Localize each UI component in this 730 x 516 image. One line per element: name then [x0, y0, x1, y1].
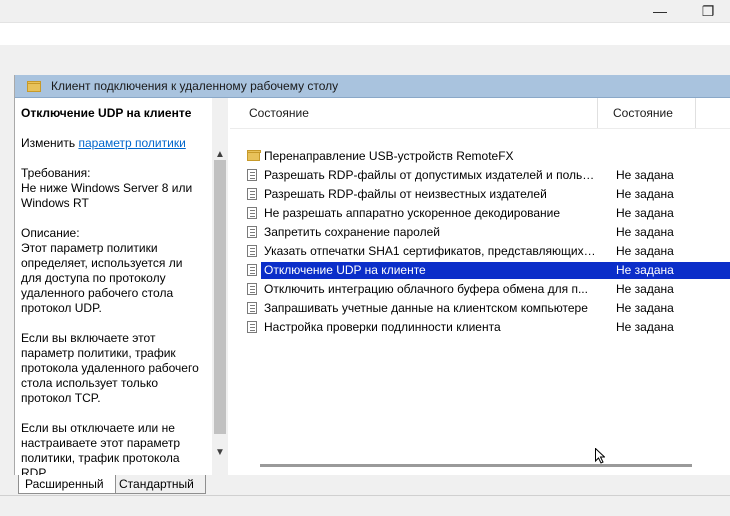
- list-item-label: Отключение UDP на клиенте: [264, 263, 426, 277]
- policy-document-icon: [247, 226, 259, 239]
- column-divider[interactable]: [695, 98, 696, 128]
- list-item-label: Запрашивать учетные данные на клиентском…: [264, 301, 588, 315]
- extended-description-pane: Отключение UDP на клиенте Изменить парам…: [15, 98, 212, 475]
- list-item-state: Не задана: [616, 206, 674, 220]
- list-item[interactable]: Указать отпечатки SHA1 сертификатов, пре…: [230, 242, 730, 261]
- tab-standard[interactable]: Стандартный: [113, 475, 206, 494]
- list-item-label: Отключить интеграцию облачного буфера об…: [264, 282, 588, 296]
- settings-list-pane: Состояние Состояние Перенаправление USB-…: [230, 98, 730, 475]
- requirements-text: Требования: Не ниже Windows Server 8 или…: [21, 166, 193, 210]
- description-vertical-scrollbar[interactable]: ▲ ▼: [212, 98, 228, 475]
- edit-policy-line: Изменить параметр политики: [21, 136, 186, 150]
- list-item-label: Разрешать RDP-файлы от неизвестных издат…: [264, 187, 547, 201]
- folder-icon: [27, 80, 41, 92]
- edit-policy-link[interactable]: параметр политики: [78, 136, 185, 150]
- policy-document-icon: [247, 245, 259, 258]
- list-item-state: Не задана: [616, 263, 674, 277]
- list-item[interactable]: Настройка проверки подлинности клиента Не…: [230, 318, 730, 337]
- list-item[interactable]: Отключить интеграцию облачного буфера об…: [230, 280, 730, 299]
- horizontal-scroll-thumb[interactable]: [260, 464, 692, 467]
- list-item-state: Не задана: [616, 320, 674, 334]
- list-item[interactable]: Разрешать RDP-файлы от допустимых издате…: [230, 166, 730, 185]
- list-item-label: Настройка проверки подлинности клиента: [264, 320, 501, 334]
- policy-document-icon: [247, 207, 259, 220]
- folder-icon: [247, 150, 261, 163]
- list-item-state: Не задана: [616, 187, 674, 201]
- list-item[interactable]: Запретить сохранение паролей Не задана: [230, 223, 730, 242]
- view-tabs: Расширенный Стандартный: [0, 475, 730, 495]
- list-item[interactable]: Не разрешать аппаратно ускоренное декоди…: [230, 204, 730, 223]
- toolbar-gap: [0, 45, 730, 69]
- list-item-label: Разрешать RDP-файлы от допустимых издате…: [264, 168, 596, 182]
- list-column-header: Состояние Состояние: [230, 98, 730, 129]
- restore-button[interactable]: ❐: [688, 0, 728, 22]
- panel-header: Клиент подключения к удаленному рабочему…: [15, 75, 730, 98]
- list-item-label: Запретить сохранение паролей: [264, 225, 440, 239]
- description-text-3: Если вы отключаете или не настраиваете э…: [21, 421, 181, 475]
- column-divider[interactable]: [597, 98, 598, 128]
- description-text-2: Если вы включаете этот параметр политики…: [21, 331, 199, 405]
- list-item-label: Не разрешать аппаратно ускоренное декоди…: [264, 206, 561, 220]
- list-item-state: Не задана: [616, 225, 674, 239]
- status-bar: [0, 495, 730, 516]
- list-item-label: Указать отпечатки SHA1 сертификатов, пре…: [264, 244, 596, 258]
- list-item-state: Не задана: [616, 301, 674, 315]
- policy-document-icon: [247, 302, 259, 315]
- list-item-state: Не задана: [616, 282, 674, 296]
- details-panel: Клиент подключения к удаленному рабочему…: [14, 75, 730, 475]
- policy-document-icon: [247, 188, 259, 201]
- list-item[interactable]: Перенаправление USB-устройств RemoteFX: [230, 147, 730, 166]
- list-item-label: Перенаправление USB-устройств RemoteFX: [264, 149, 514, 163]
- scroll-thumb[interactable]: [214, 160, 226, 434]
- policy-document-icon: [247, 321, 259, 334]
- description-text-1: Описание: Этот параметр политики определ…: [21, 226, 183, 315]
- list-item-state: Не задана: [616, 168, 674, 182]
- settings-list: Перенаправление USB-устройств RemoteFX Ра…: [230, 147, 730, 337]
- scroll-down-arrow-icon[interactable]: ▼: [212, 444, 228, 460]
- policy-document-icon: [247, 283, 259, 296]
- toolbar: [0, 22, 730, 46]
- column-header-setting[interactable]: Состояние: [249, 106, 309, 120]
- title-bar: — ❐: [0, 0, 730, 22]
- mouse-pointer-icon: [595, 448, 605, 464]
- list-item[interactable]: Запрашивать учетные данные на клиентском…: [230, 299, 730, 318]
- panel-header-title: Клиент подключения к удаленному рабочему…: [51, 79, 339, 93]
- selected-setting-title: Отключение UDP на клиенте: [21, 106, 192, 120]
- list-item-state: Не задана: [616, 244, 674, 258]
- policy-document-icon: [247, 169, 259, 182]
- list-horizontal-scrollbar[interactable]: [230, 458, 730, 475]
- tab-extended[interactable]: Расширенный: [18, 475, 116, 494]
- policy-document-icon: [247, 264, 259, 277]
- minimize-button[interactable]: —: [640, 0, 680, 22]
- list-item[interactable]: Отключение UDP на клиенте Не задана: [230, 261, 730, 280]
- list-item[interactable]: Разрешать RDP-файлы от неизвестных издат…: [230, 185, 730, 204]
- column-header-state[interactable]: Состояние: [613, 106, 673, 120]
